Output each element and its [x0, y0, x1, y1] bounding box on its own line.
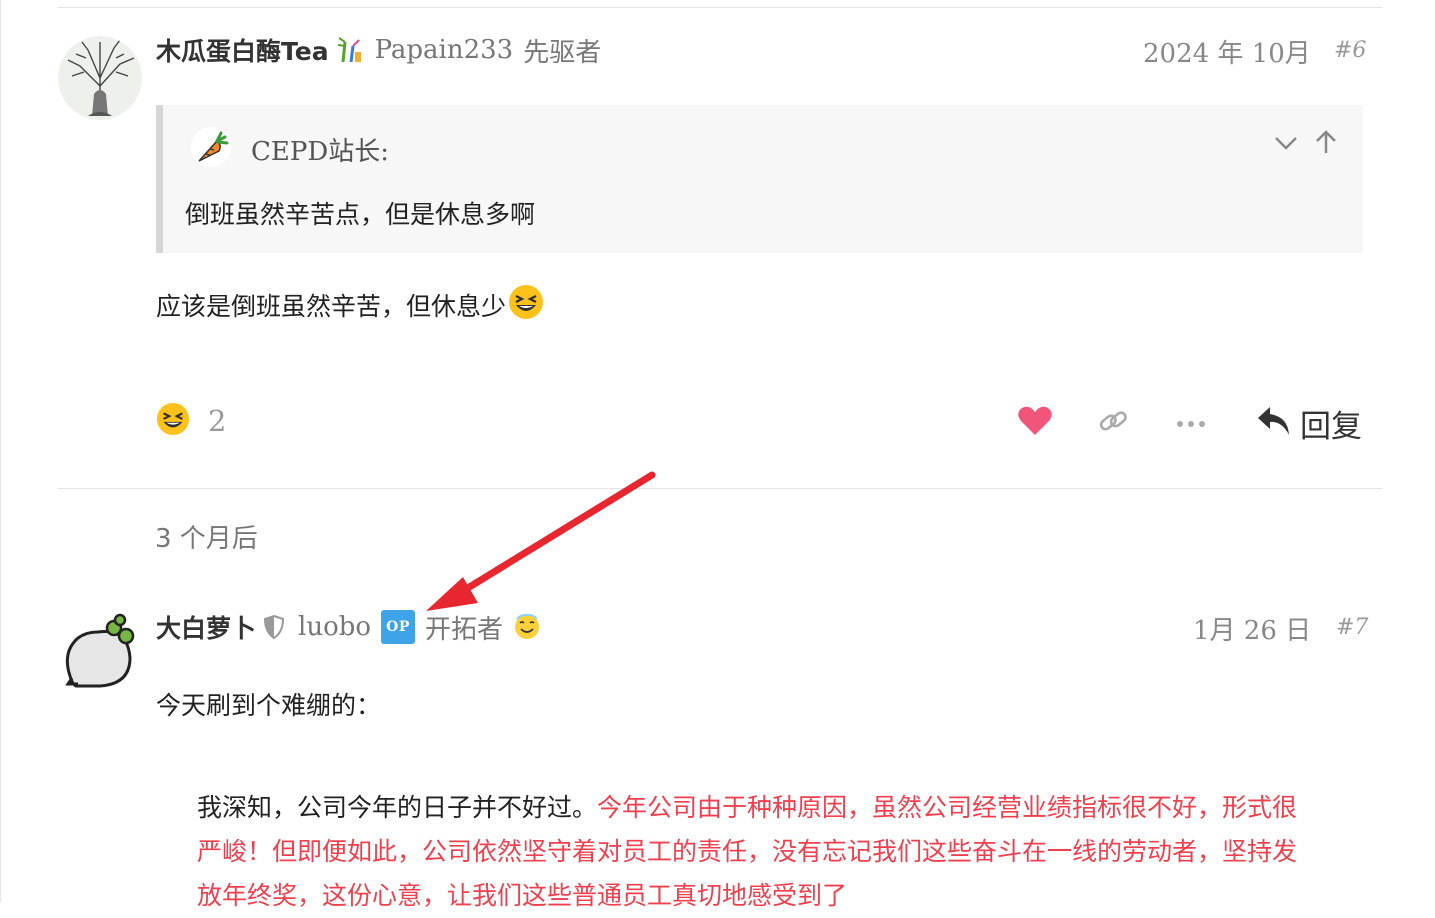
carrot-avatar-icon[interactable]: [191, 127, 231, 171]
post-body-text: 今天刷到个难绷的：: [156, 691, 382, 720]
post-date[interactable]: 2024 年 10月: [1143, 33, 1311, 70]
quote-controls: [1273, 129, 1339, 159]
laughing-emoji-icon: [508, 284, 544, 326]
post-divider: [58, 7, 1382, 8]
post-body: 应该是倒班虽然辛苦，但休息少: [156, 284, 544, 326]
quoted-letter-plain: 我深知，公司今年的日子并不好过。: [197, 793, 598, 822]
post-number[interactable]: #6: [1334, 38, 1366, 63]
post-6-meta: 木瓜蛋白酶Tea Papain233 先驱者: [156, 30, 601, 70]
display-name[interactable]: 木瓜蛋白酶Tea: [156, 32, 329, 68]
username[interactable]: Papain233: [375, 35, 514, 65]
op-badge: OP: [381, 610, 416, 644]
avatar[interactable]: [58, 612, 142, 696]
post-7-meta: 大白萝卜 luobo OP 开拓者: [156, 607, 541, 647]
smiling-face-icon: [513, 613, 541, 641]
quote-block: CEPD站长: 倒班虽然辛苦点，但是休息多啊: [156, 105, 1363, 253]
post-body-text: 应该是倒班虽然辛苦，但休息少: [156, 292, 507, 321]
laughing-emoji-icon: [156, 402, 190, 440]
post-date[interactable]: 1月 26 日: [1193, 610, 1311, 647]
time-gap-notice: 3 个月后: [155, 524, 258, 554]
user-title: 先驱者: [523, 37, 602, 68]
quote-header: CEPD站长:: [191, 127, 389, 171]
post-number[interactable]: #7: [1336, 615, 1368, 640]
reply-icon: [1256, 405, 1292, 441]
page-left-border: [0, 0, 1, 902]
display-name[interactable]: 大白萝卜: [156, 609, 256, 645]
ellipsis-icon: [1176, 414, 1206, 433]
reply-button[interactable]: 回复: [1256, 400, 1362, 446]
post-divider: [58, 488, 1382, 489]
heart-icon: [1017, 405, 1053, 441]
shield-icon: [262, 614, 286, 640]
copy-link-button[interactable]: [1093, 403, 1133, 443]
user-title: 开拓者: [425, 614, 504, 645]
reply-label: 回复: [1300, 408, 1362, 445]
chevron-down-icon[interactable]: [1273, 129, 1299, 159]
avatar[interactable]: [58, 36, 142, 120]
username[interactable]: luobo: [298, 612, 371, 642]
reaction-count: 2: [208, 404, 227, 438]
arrow-up-icon[interactable]: [1313, 129, 1339, 159]
quote-text: 倒班虽然辛苦点，但是休息多啊: [185, 200, 536, 229]
quote-author[interactable]: CEPD站长:: [251, 131, 389, 168]
flair-icon: [335, 36, 363, 64]
quoted-letter: 我深知，公司今年的日子并不好过。今年公司由于种种原因，虽然公司经营业绩指标很不好…: [197, 786, 1307, 918]
more-actions-button[interactable]: [1171, 403, 1211, 443]
link-icon: [1097, 405, 1129, 441]
like-button[interactable]: [1015, 403, 1055, 443]
reaction-button[interactable]: 2: [156, 402, 226, 440]
